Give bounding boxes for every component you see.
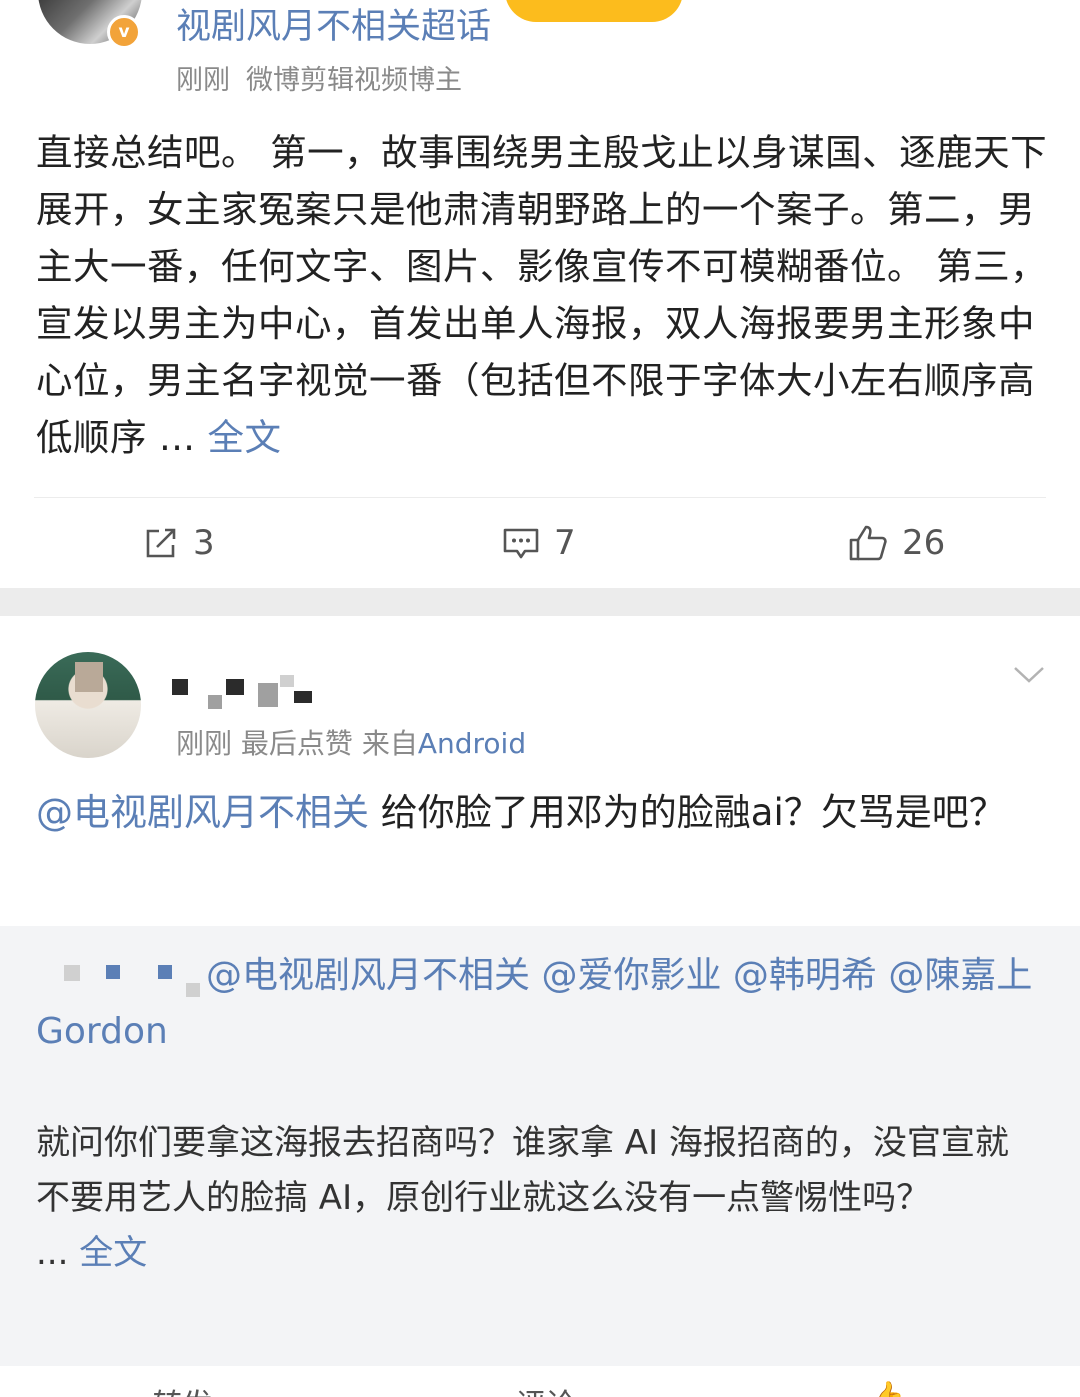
repost-icon: ↗	[118, 1388, 143, 1397]
chevron-down-icon[interactable]	[1012, 664, 1046, 686]
comment-icon	[503, 528, 539, 559]
post-text: @电视剧风月不相关 给你脸了用邓为的脸融ai？欠骂是吧？	[36, 784, 1036, 842]
post-time: 刚刚	[176, 65, 230, 96]
like-button[interactable]: 26	[848, 510, 945, 576]
avatar[interactable]	[35, 652, 141, 758]
post-card: v 视剧风月不相关超话 刚刚 微博剪辑视频博主 直接总结吧。 第一，故事围绕男主殷…	[0, 0, 1080, 588]
section-divider	[0, 588, 1080, 616]
post-body: 给你脸了用邓为的脸融ai？欠骂是吧？	[380, 791, 1006, 834]
comment-icon: ▭	[478, 1388, 506, 1397]
source-prefix: 来自	[361, 727, 418, 760]
ellipsis: ...	[36, 1233, 69, 1273]
post-meta: 刚刚 微博剪辑视频博主	[176, 58, 462, 97]
account-name[interactable]: 视剧风月不相关超话	[176, 4, 491, 48]
repost-count: 3	[193, 523, 215, 563]
last-like-tag: 最后点赞	[240, 727, 353, 760]
quoted-header: @电视剧风月不相关 @爱你影业 @韩明希 @陳嘉上 Gordon	[36, 948, 1036, 1060]
thumbs-up-icon: 👍	[868, 1380, 905, 1397]
comment-button[interactable]: 7	[502, 510, 576, 576]
source-link[interactable]: Android	[418, 727, 526, 760]
read-more-link[interactable]: 全文	[79, 1233, 147, 1273]
floating-pill[interactable]	[505, 0, 683, 22]
mention-link[interactable]: @电视剧风月不相关	[36, 791, 369, 834]
post-text: 直接总结吧。 第一，故事围绕男主殷戈止以身谋国、逐鹿天下展开，女主家冤案只是他肃…	[36, 124, 1051, 466]
blurred-face	[75, 662, 103, 692]
like-button[interactable]: 👍	[868, 1380, 905, 1397]
divider	[34, 497, 1046, 498]
post-time: 刚刚	[176, 727, 233, 760]
account-description: 微博剪辑视频博主	[246, 65, 462, 96]
account-name-redacted[interactable]	[172, 671, 322, 711]
comment-button[interactable]: ▭ 评论	[478, 1380, 576, 1397]
read-more-link[interactable]: 全文	[208, 416, 282, 459]
comment-count: 7	[554, 523, 576, 563]
quoted-action-bar: ↗ 转发 ▭ 评论 👍	[0, 1366, 1080, 1397]
like-count: 26	[902, 523, 946, 563]
redacted-username	[36, 959, 206, 997]
post-card: 刚刚 最后点赞 来自Android @电视剧风月不相关 给你脸了用邓为的脸融ai…	[0, 616, 1080, 926]
quoted-body: 就问你们要拿这海报去招商吗？谁家拿 AI 海报招商的，没官宣就不要用艺人的脸搞 …	[36, 1123, 1009, 1218]
post-body: 直接总结吧。 第一，故事围绕男主殷戈止以身谋国、逐鹿天下展开，女主家冤案只是他肃…	[36, 131, 1048, 459]
quoted-post[interactable]: @电视剧风月不相关 @爱你影业 @韩明希 @陳嘉上 Gordon 就问你们要拿这…	[0, 926, 1080, 1366]
repost-icon	[146, 528, 176, 558]
quoted-text: 就问你们要拿这海报去招商吗？谁家拿 AI 海报招商的，没官宣就不要用艺人的脸搞 …	[36, 1116, 1036, 1281]
repost-button[interactable]: 3	[143, 510, 215, 576]
repost-label: 转发	[153, 1388, 213, 1397]
verified-badge-icon: v	[107, 15, 141, 49]
thumbs-up-icon	[849, 525, 887, 561]
action-bar: 3 7 26	[0, 510, 1080, 576]
post-meta: 刚刚 最后点赞 来自Android	[176, 722, 526, 762]
repost-button[interactable]: ↗ 转发	[118, 1380, 213, 1397]
comment-label: 评论	[516, 1388, 576, 1397]
